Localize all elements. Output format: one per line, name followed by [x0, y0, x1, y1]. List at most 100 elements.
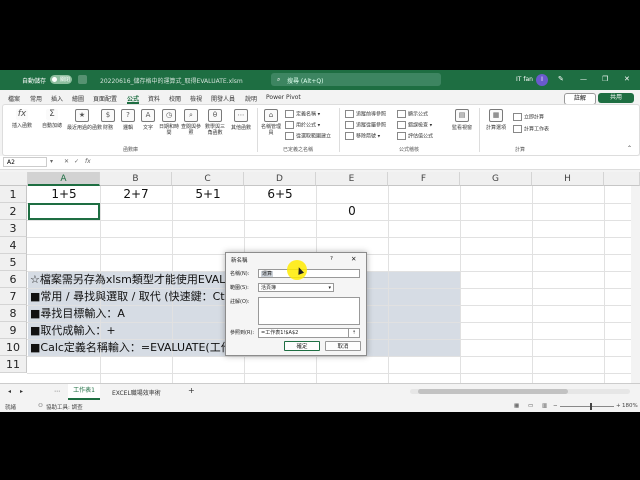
row-header-11[interactable]: 11	[0, 356, 27, 373]
ok-button[interactable]: 確定	[284, 341, 320, 351]
more-functions-button[interactable]: ⋯ 其他函數	[229, 109, 253, 131]
recent-functions-button[interactable]: ★ 最近用過的函數	[67, 109, 102, 131]
active-cell-a2[interactable]	[28, 203, 100, 220]
scroll-right-icon[interactable]: ▸	[20, 388, 23, 395]
tab-developer[interactable]: 開發人員	[211, 94, 235, 103]
help-button[interactable]: ?	[330, 256, 333, 262]
restore-icon[interactable]: ❐	[602, 75, 608, 83]
row-header-3[interactable]: 3	[0, 220, 27, 237]
enter-icon[interactable]: ✓	[74, 158, 79, 165]
cell-d1[interactable]: 6+5	[244, 186, 316, 203]
tab-insert[interactable]: 插入	[51, 94, 63, 103]
row-header-10[interactable]: 10	[0, 339, 27, 356]
column-header-c[interactable]: C	[172, 172, 244, 186]
share-button[interactable]: 共用	[598, 93, 634, 103]
column-header-d[interactable]: D	[244, 172, 316, 186]
tab-draw[interactable]: 繪圖	[72, 94, 84, 103]
search-box[interactable]: ⌕ 搜尋 (Alt+Q)	[271, 73, 441, 86]
page-layout-view-icon[interactable]: ▭	[528, 403, 533, 409]
normal-view-icon[interactable]: ▦	[514, 403, 519, 409]
text-button[interactable]: A 文字	[139, 109, 157, 131]
minimize-icon[interactable]: —	[580, 75, 587, 83]
zoom-out-icon[interactable]: −	[553, 403, 558, 409]
cancel-button[interactable]: 取消	[325, 341, 361, 351]
tab-data[interactable]: 資料	[148, 94, 160, 103]
cell-a1[interactable]: 1+5	[28, 186, 100, 203]
scope-select[interactable]: 活頁簿 ▾	[258, 283, 334, 292]
create-from-selection-button[interactable]: 從選取範圍建立	[285, 132, 331, 140]
row-header-8[interactable]: 8	[0, 305, 27, 322]
comment-textarea[interactable]	[258, 297, 360, 325]
remove-arrows-button[interactable]: 移除箭號 ▾	[345, 132, 380, 140]
datetime-button[interactable]: ◷ 日期和時間	[159, 109, 179, 136]
column-header-a[interactable]: A	[28, 172, 100, 186]
row-header-7[interactable]: 7	[0, 288, 27, 305]
tab-page-layout[interactable]: 頁面配置	[93, 94, 117, 103]
evaluate-formula-button[interactable]: 評估值公式	[397, 132, 433, 140]
zoom-level[interactable]: 180%	[622, 403, 638, 409]
cell-c1[interactable]: 5+1	[172, 186, 244, 203]
calc-sheet-button[interactable]: 計算工作表	[513, 125, 549, 133]
refers-to-input[interactable]: =工作表1!$A$2 ⇡	[258, 328, 360, 338]
close-icon[interactable]: ✕	[624, 75, 630, 83]
insert-function-button[interactable]: fx 插入函數	[7, 109, 37, 129]
name-input[interactable]: 運算	[258, 269, 360, 278]
scroll-thumb[interactable]	[418, 389, 568, 394]
show-formulas-button[interactable]: 顯示公式	[397, 110, 428, 118]
horizontal-scrollbar[interactable]	[410, 389, 630, 394]
tab-file[interactable]: 檔案	[8, 94, 20, 103]
save-icon[interactable]	[78, 75, 87, 84]
row-header-1[interactable]: 1	[0, 186, 27, 203]
error-checking-button[interactable]: 錯誤檢查 ▾	[397, 121, 432, 129]
avatar[interactable]: I	[536, 74, 548, 86]
cancel-icon[interactable]: ✕	[64, 158, 69, 165]
define-name-button[interactable]: 定義名稱 ▾	[285, 110, 320, 118]
row-header-2[interactable]: 2	[0, 203, 27, 220]
sheet-tab-2[interactable]: EXCEL職場效率術	[112, 388, 161, 397]
math-button[interactable]: θ 數學與三角函數	[203, 109, 227, 136]
name-box[interactable]: A2	[3, 157, 47, 167]
sheet-list-icon[interactable]: ⋯	[54, 388, 60, 395]
lookup-button[interactable]: ⌕ 查閱與參照	[181, 109, 201, 136]
cell-e2[interactable]: 0	[316, 203, 388, 220]
row-header-5[interactable]: 5	[0, 254, 27, 271]
autosum-button[interactable]: Σ 自動加總	[39, 109, 65, 129]
column-header-f[interactable]: F	[388, 172, 460, 186]
logical-button[interactable]: ? 邏輯	[119, 109, 137, 131]
tab-view[interactable]: 檢視	[190, 94, 202, 103]
name-manager-button[interactable]: ⌂ 名稱管理員	[261, 109, 281, 136]
page-break-view-icon[interactable]: ▥	[542, 403, 547, 409]
use-in-formula-button[interactable]: 用於公式 ▾	[285, 121, 320, 129]
column-header-b[interactable]: B	[100, 172, 172, 186]
tab-review[interactable]: 校閱	[169, 94, 181, 103]
pen-icon[interactable]: ✎	[558, 75, 564, 83]
row-header-6[interactable]: 6	[0, 271, 27, 288]
tab-help[interactable]: 說明	[245, 94, 257, 103]
financial-button[interactable]: $ 財務	[99, 109, 117, 131]
name-box-dropdown-icon[interactable]: ▾	[50, 158, 53, 165]
tab-power-pivot[interactable]: Power Pivot	[266, 94, 301, 101]
row-header-4[interactable]: 4	[0, 237, 27, 254]
calc-options-button[interactable]: ▦ 計算選項	[483, 109, 509, 131]
accessibility-status[interactable]: 協助工具: 調查	[46, 403, 83, 411]
scroll-left-icon[interactable]: ◂	[8, 388, 11, 395]
tab-home[interactable]: 常用	[30, 94, 42, 103]
column-header-g[interactable]: G	[460, 172, 532, 186]
zoom-in-icon[interactable]: +	[616, 403, 621, 409]
fx-button[interactable]: fx	[85, 158, 91, 165]
select-all-corner[interactable]	[0, 172, 28, 186]
dialog-close-button[interactable]: ✕	[351, 255, 356, 263]
zoom-slider[interactable]	[560, 403, 614, 410]
cell-b1[interactable]: 2+7	[100, 186, 172, 203]
sheet-tab-active[interactable]: 工作表1	[68, 384, 100, 400]
column-header-h[interactable]: H	[532, 172, 604, 186]
row-header-9[interactable]: 9	[0, 322, 27, 339]
trace-precedents-button[interactable]: 追蹤前導參照	[345, 110, 386, 118]
column-header-e[interactable]: E	[316, 172, 388, 186]
add-sheet-icon[interactable]: +	[188, 386, 195, 395]
vertical-scrollbar[interactable]	[631, 186, 640, 383]
trace-dependents-button[interactable]: 追蹤從屬參照	[345, 121, 386, 129]
range-select-icon[interactable]: ⇡	[348, 329, 359, 337]
watch-window-button[interactable]: ▤ 監看視窗	[449, 109, 475, 131]
collapse-ribbon-icon[interactable]: ⌃	[627, 145, 632, 152]
